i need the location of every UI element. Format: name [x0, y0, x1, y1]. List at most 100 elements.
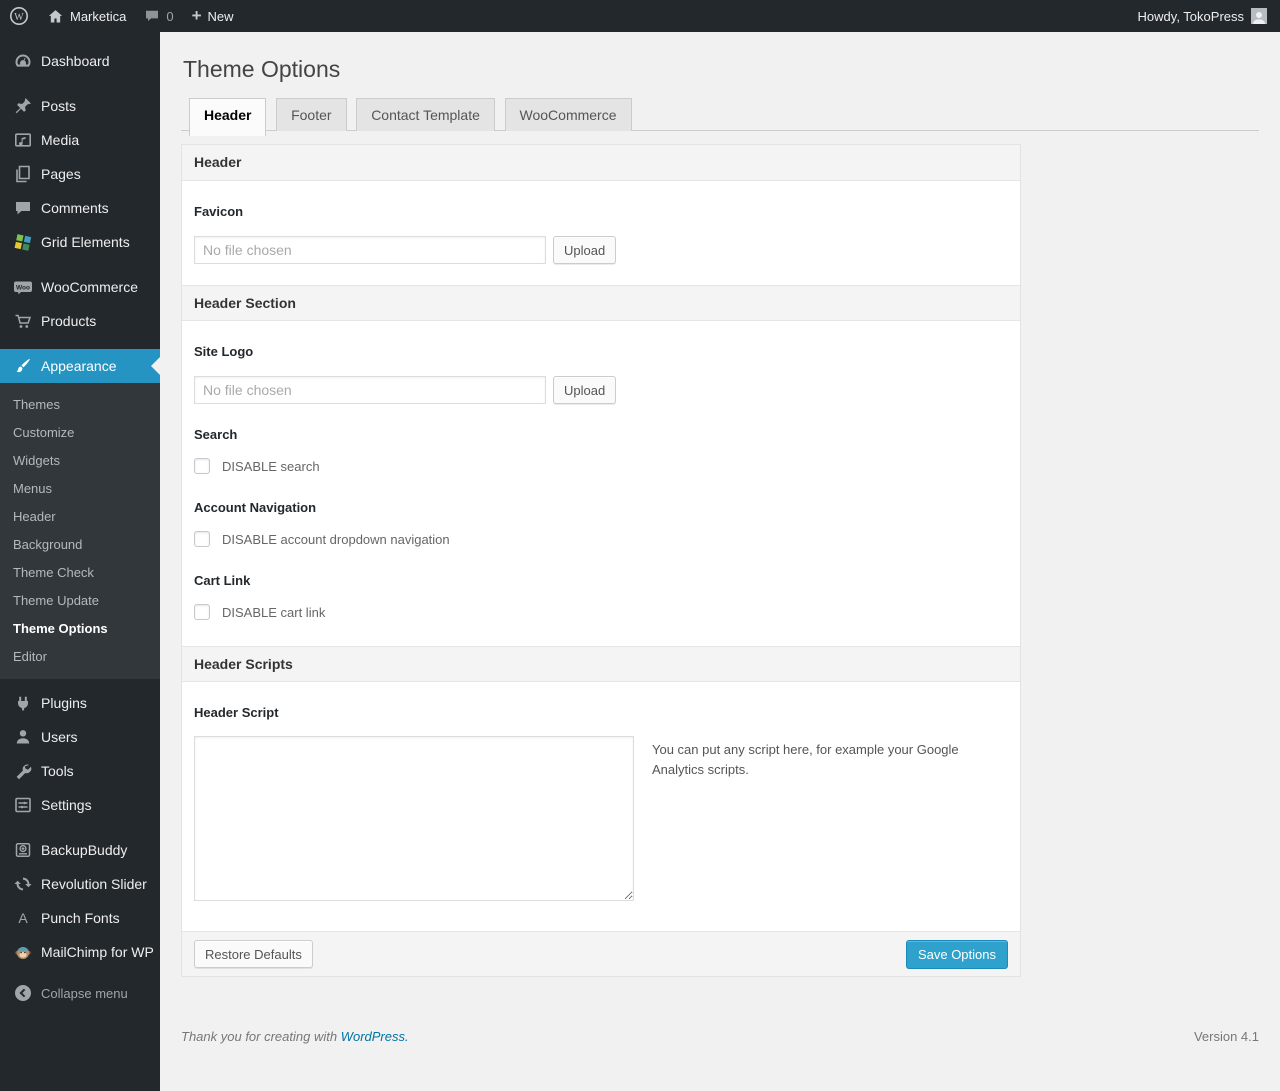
disable-cart-link-label: DISABLE cart link	[222, 604, 326, 620]
admin-sidebar: Dashboard Posts Media Pages Comments Gri…	[0, 32, 160, 1091]
site-logo-label: Site Logo	[194, 344, 254, 359]
submenu-item-widgets[interactable]: Widgets	[0, 447, 160, 475]
sidebar-item-backupbuddy[interactable]: BackupBuddy	[0, 833, 160, 867]
monkey-icon	[13, 942, 33, 962]
submenu-item-header[interactable]: Header	[0, 503, 160, 531]
sidebar-item-mailchimp[interactable]: MailChimp for WP	[0, 935, 160, 969]
sidebar-item-label: Media	[41, 132, 80, 148]
section-header-scripts: Header Scripts	[182, 646, 1020, 682]
sidebar-item-label: MailChimp for WP	[41, 944, 154, 960]
admin-bar: W Marketica 0 + New Howdy, TokoPress	[0, 0, 1280, 32]
svg-text:A: A	[18, 910, 28, 926]
header-script-label: Header Script	[194, 705, 279, 720]
page-title: Theme Options	[183, 56, 341, 82]
submenu-item-customize[interactable]: Customize	[0, 419, 160, 447]
new-menu[interactable]: + New	[183, 0, 243, 32]
refresh-icon	[13, 874, 33, 894]
plug-icon	[13, 693, 33, 713]
menu-separator	[0, 338, 160, 349]
tab-woocommerce[interactable]: WooCommerce	[504, 98, 632, 131]
disable-search-label: DISABLE search	[222, 458, 320, 474]
tab-contact-template[interactable]: Contact Template	[356, 98, 495, 131]
sidebar-item-dashboard[interactable]: Dashboard	[0, 44, 160, 78]
menu-separator	[0, 78, 160, 89]
sidebar-item-tools[interactable]: Tools	[0, 754, 160, 788]
site-name-menu[interactable]: Marketica	[38, 0, 135, 32]
backup-icon	[13, 840, 33, 860]
sidebar-item-label: Tools	[41, 763, 74, 779]
submenu-item-menus[interactable]: Menus	[0, 475, 160, 503]
submenu-item-themes[interactable]: Themes	[0, 391, 160, 419]
howdy-label: Howdy, TokoPress	[1137, 8, 1244, 24]
site-logo-upload-button[interactable]: Upload	[553, 376, 617, 404]
sidebar-item-label: Pages	[41, 166, 81, 182]
favicon-upload-button[interactable]: Upload	[553, 236, 617, 264]
search-label: Search	[194, 427, 238, 442]
wordpress-logo-icon: W	[9, 6, 29, 26]
menu-separator	[0, 679, 160, 686]
sliders-icon	[13, 795, 33, 815]
wordpress-link[interactable]: WordPress.	[341, 1029, 409, 1044]
sidebar-item-settings[interactable]: Settings	[0, 788, 160, 822]
favicon-file-input[interactable]	[194, 236, 546, 264]
submenu-item-theme-update[interactable]: Theme Update	[0, 587, 160, 615]
sidebar-item-label: Revolution Slider	[41, 876, 147, 892]
appearance-submenu: Themes Customize Widgets Menus Header Ba…	[0, 383, 160, 679]
letter-a-icon: A	[13, 908, 33, 928]
theme-options-panel: Header Favicon Upload Header Section Sit…	[181, 144, 1021, 977]
sidebar-item-appearance[interactable]: Appearance	[0, 349, 160, 383]
disable-cart-link-checkbox[interactable]	[194, 604, 210, 620]
tab-footer[interactable]: Footer	[276, 98, 347, 131]
header-script-textarea[interactable]	[194, 736, 634, 901]
page-footer: Thank you for creating with WordPress. V…	[181, 1029, 1259, 1058]
sidebar-item-label: Grid Elements	[41, 234, 130, 250]
sidebar-item-media[interactable]: Media	[0, 123, 160, 157]
sidebar-item-comments[interactable]: Comments	[0, 191, 160, 225]
comment-count: 0	[166, 8, 174, 24]
sidebar-item-label: Users	[41, 729, 78, 745]
sidebar-item-punch-fonts[interactable]: A Punch Fonts	[0, 901, 160, 935]
user-icon	[13, 727, 33, 747]
brush-icon	[13, 356, 33, 376]
sidebar-item-users[interactable]: Users	[0, 720, 160, 754]
save-options-button[interactable]: Save Options	[905, 939, 1008, 969]
panel-footer: Restore Defaults Save Options	[182, 931, 1020, 976]
svg-text:W: W	[14, 12, 24, 23]
pages-icon	[13, 164, 33, 184]
site-logo-file-input[interactable]	[194, 376, 546, 404]
menu-separator	[0, 259, 160, 270]
sidebar-item-label: Settings	[41, 797, 92, 813]
tab-header[interactable]: Header	[189, 98, 267, 136]
tab-bar: Header Footer Contact Template WooCommer…	[181, 98, 1259, 136]
grid-elements-icon	[13, 232, 33, 252]
main-content: Theme Options Header Footer Contact Temp…	[160, 55, 1280, 1058]
menu-separator	[0, 969, 160, 976]
disable-search-checkbox[interactable]	[194, 458, 210, 474]
sidebar-item-woocommerce[interactable]: Woo WooCommerce	[0, 270, 160, 304]
submenu-item-editor[interactable]: Editor	[0, 643, 160, 671]
pushpin-icon	[13, 96, 33, 116]
sidebar-item-posts[interactable]: Posts	[0, 89, 160, 123]
sidebar-item-label: BackupBuddy	[41, 842, 128, 858]
account-menu[interactable]: Howdy, TokoPress	[1138, 0, 1280, 32]
submenu-item-theme-options[interactable]: Theme Options	[0, 615, 160, 643]
comments-menu[interactable]: 0	[135, 0, 182, 32]
disable-account-nav-checkbox[interactable]	[194, 531, 210, 547]
submenu-item-theme-check[interactable]: Theme Check	[0, 559, 160, 587]
version-label: Version 4.1	[1193, 1029, 1259, 1044]
plus-icon: +	[191, 5, 202, 25]
submenu-item-background[interactable]: Background	[0, 531, 160, 559]
restore-defaults-button[interactable]: Restore Defaults	[194, 940, 313, 968]
sidebar-item-grid-elements[interactable]: Grid Elements	[0, 225, 160, 259]
thanks-text: Thank you for creating with WordPress.	[181, 1029, 409, 1044]
sidebar-item-plugins[interactable]: Plugins	[0, 686, 160, 720]
sidebar-item-collapse-menu[interactable]: Collapse menu	[0, 976, 160, 1010]
favicon-label: Favicon	[194, 204, 244, 219]
wordpress-logo-menu[interactable]: W	[0, 0, 38, 32]
cart-icon	[13, 311, 33, 331]
collapse-arrow-icon	[13, 983, 33, 1003]
sidebar-item-pages[interactable]: Pages	[0, 157, 160, 191]
sidebar-item-label: Dashboard	[41, 53, 110, 69]
sidebar-item-products[interactable]: Products	[0, 304, 160, 338]
sidebar-item-revolution-slider[interactable]: Revolution Slider	[0, 867, 160, 901]
